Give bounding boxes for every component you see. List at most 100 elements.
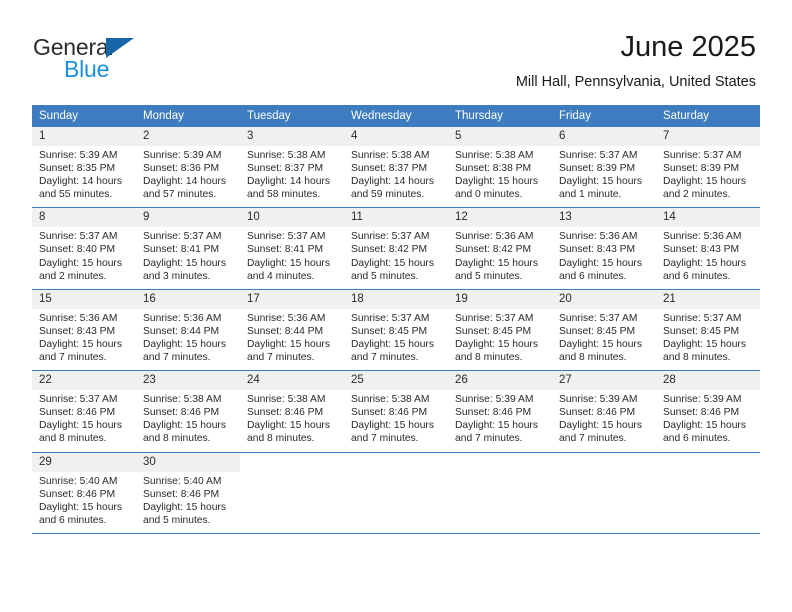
week-row: 1 Sunrise: 5:39 AM Sunset: 8:35 PM Dayli… — [32, 127, 760, 209]
day-details: Sunrise: 5:37 AM Sunset: 8:39 PM Dayligh… — [656, 146, 760, 201]
day-cell[interactable]: 21 Sunrise: 5:37 AM Sunset: 8:45 PM Dayl… — [656, 289, 760, 371]
sunset-text: Sunset: 8:42 PM — [351, 244, 428, 256]
day-cell[interactable]: 1 Sunrise: 5:39 AM Sunset: 8:35 PM Dayli… — [32, 127, 136, 208]
day-cell[interactable]: 16 Sunrise: 5:36 AM Sunset: 8:44 PM Dayl… — [136, 289, 240, 371]
day-cell[interactable]: 18 Sunrise: 5:37 AM Sunset: 8:45 PM Dayl… — [344, 289, 448, 371]
sunset-text: Sunset: 8:43 PM — [559, 244, 636, 256]
sunset-text: Sunset: 8:46 PM — [143, 407, 220, 419]
day-cell[interactable]: 10 Sunrise: 5:37 AM Sunset: 8:41 PM Dayl… — [240, 208, 344, 289]
weekday-header-sunday: Sunday — [39, 110, 79, 122]
day-details: Sunrise: 5:39 AM Sunset: 8:35 PM Dayligh… — [32, 146, 136, 201]
sunrise-text: Sunrise: 5:38 AM — [351, 394, 430, 406]
day-details — [552, 472, 656, 475]
day-cell[interactable]: 29 Sunrise: 5:40 AM Sunset: 8:46 PM Dayl… — [32, 452, 136, 533]
sunset-text: Sunset: 8:37 PM — [247, 163, 324, 175]
sunrise-text: Sunrise: 5:37 AM — [39, 231, 118, 243]
sunrise-text: Sunrise: 5:38 AM — [455, 150, 534, 161]
day-details: Sunrise: 5:36 AM Sunset: 8:43 PM Dayligh… — [656, 227, 760, 282]
daylight-text: Daylight: 14 hours and 58 minutes. — [247, 176, 330, 201]
sunset-text: Sunset: 8:39 PM — [559, 163, 636, 175]
day-cell[interactable]: 28 Sunrise: 5:39 AM Sunset: 8:46 PM Dayl… — [656, 371, 760, 452]
day-cell-empty — [448, 452, 552, 533]
day-details: Sunrise: 5:38 AM Sunset: 8:46 PM Dayligh… — [240, 390, 344, 445]
sunrise-text: Sunrise: 5:37 AM — [351, 312, 430, 324]
page-header: General Blue June 2025 Mill Hall, Pennsy… — [0, 0, 792, 100]
day-cell[interactable]: 23 Sunrise: 5:38 AM Sunset: 8:46 PM Dayl… — [136, 371, 240, 452]
day-number: 11 — [344, 208, 448, 228]
day-number — [240, 452, 344, 472]
daylight-text: Daylight: 15 hours and 1 minute. — [559, 176, 642, 201]
day-details: Sunrise: 5:37 AM Sunset: 8:42 PM Dayligh… — [344, 227, 448, 282]
day-number: 15 — [32, 289, 136, 309]
daylight-text: Daylight: 14 hours and 55 minutes. — [39, 176, 122, 201]
daylight-text: Daylight: 15 hours and 7 minutes. — [351, 420, 434, 445]
weekday-header-tuesday: Tuesday — [247, 110, 291, 122]
day-cell[interactable]: 20 Sunrise: 5:37 AM Sunset: 8:45 PM Dayl… — [552, 289, 656, 371]
day-number: 16 — [136, 289, 240, 309]
daylight-text: Daylight: 15 hours and 4 minutes. — [247, 257, 330, 282]
day-cell-empty — [240, 452, 344, 533]
day-cell[interactable]: 2 Sunrise: 5:39 AM Sunset: 8:36 PM Dayli… — [136, 127, 240, 208]
daylight-text: Daylight: 15 hours and 7 minutes. — [247, 338, 330, 364]
daylight-text: Daylight: 15 hours and 7 minutes. — [559, 420, 642, 445]
day-number: 6 — [552, 127, 656, 146]
day-cell[interactable]: 11 Sunrise: 5:37 AM Sunset: 8:42 PM Dayl… — [344, 208, 448, 289]
daylight-text: Daylight: 15 hours and 7 minutes. — [143, 338, 226, 364]
day-number: 21 — [656, 289, 760, 309]
day-cell[interactable]: 25 Sunrise: 5:38 AM Sunset: 8:46 PM Dayl… — [344, 371, 448, 452]
day-details — [448, 472, 552, 475]
weekday-header-thursday: Thursday — [455, 110, 503, 122]
day-number: 4 — [344, 127, 448, 146]
day-cell[interactable]: 17 Sunrise: 5:36 AM Sunset: 8:44 PM Dayl… — [240, 289, 344, 371]
day-details: Sunrise: 5:37 AM Sunset: 8:45 PM Dayligh… — [656, 309, 760, 364]
day-cell[interactable]: 3 Sunrise: 5:38 AM Sunset: 8:37 PM Dayli… — [240, 127, 344, 208]
day-cell[interactable]: 9 Sunrise: 5:37 AM Sunset: 8:41 PM Dayli… — [136, 208, 240, 289]
sunset-text: Sunset: 8:46 PM — [247, 407, 324, 419]
day-details — [656, 472, 760, 475]
day-cell[interactable]: 26 Sunrise: 5:39 AM Sunset: 8:46 PM Dayl… — [448, 371, 552, 452]
day-cell[interactable]: 8 Sunrise: 5:37 AM Sunset: 8:40 PM Dayli… — [32, 208, 136, 289]
week-row: 8 Sunrise: 5:37 AM Sunset: 8:40 PM Dayli… — [32, 208, 760, 290]
weekday-header-wednesday: Wednesday — [351, 110, 412, 122]
day-details: Sunrise: 5:38 AM Sunset: 8:37 PM Dayligh… — [240, 146, 344, 201]
sunset-text: Sunset: 8:46 PM — [559, 407, 636, 419]
day-cell[interactable]: 5 Sunrise: 5:38 AM Sunset: 8:38 PM Dayli… — [448, 127, 552, 208]
day-number — [448, 452, 552, 472]
daylight-text: Daylight: 15 hours and 8 minutes. — [559, 338, 642, 364]
day-details: Sunrise: 5:37 AM Sunset: 8:41 PM Dayligh… — [240, 227, 344, 282]
day-details: Sunrise: 5:36 AM Sunset: 8:44 PM Dayligh… — [136, 309, 240, 364]
day-number: 2 — [136, 127, 240, 146]
day-cell[interactable]: 19 Sunrise: 5:37 AM Sunset: 8:45 PM Dayl… — [448, 289, 552, 371]
day-cell[interactable]: 13 Sunrise: 5:36 AM Sunset: 8:43 PM Dayl… — [552, 208, 656, 289]
day-cell[interactable]: 12 Sunrise: 5:36 AM Sunset: 8:42 PM Dayl… — [448, 208, 552, 289]
daylight-text: Daylight: 15 hours and 7 minutes. — [455, 420, 538, 445]
sunset-text: Sunset: 8:41 PM — [143, 244, 220, 256]
sunrise-text: Sunrise: 5:40 AM — [39, 475, 118, 487]
day-cell[interactable]: 24 Sunrise: 5:38 AM Sunset: 8:46 PM Dayl… — [240, 371, 344, 452]
day-number: 17 — [240, 289, 344, 309]
day-cell[interactable]: 6 Sunrise: 5:37 AM Sunset: 8:39 PM Dayli… — [552, 127, 656, 208]
sunrise-text: Sunrise: 5:39 AM — [143, 150, 222, 161]
sunset-text: Sunset: 8:46 PM — [143, 488, 220, 500]
sunset-text: Sunset: 8:44 PM — [247, 325, 324, 337]
general-blue-logo[interactable]: General Blue — [33, 36, 163, 82]
sunrise-text: Sunrise: 5:38 AM — [143, 394, 222, 406]
day-cell[interactable]: 7 Sunrise: 5:37 AM Sunset: 8:39 PM Dayli… — [656, 127, 760, 208]
day-details: Sunrise: 5:38 AM Sunset: 8:38 PM Dayligh… — [448, 146, 552, 201]
sunset-text: Sunset: 8:36 PM — [143, 163, 220, 175]
day-number: 13 — [552, 208, 656, 228]
day-cell[interactable]: 30 Sunrise: 5:40 AM Sunset: 8:46 PM Dayl… — [136, 452, 240, 533]
day-cell[interactable]: 15 Sunrise: 5:36 AM Sunset: 8:43 PM Dayl… — [32, 289, 136, 371]
day-cell[interactable]: 4 Sunrise: 5:38 AM Sunset: 8:37 PM Dayli… — [344, 127, 448, 208]
day-cell[interactable]: 27 Sunrise: 5:39 AM Sunset: 8:46 PM Dayl… — [552, 371, 656, 452]
daylight-text: Daylight: 15 hours and 5 minutes. — [455, 257, 538, 282]
day-cell[interactable]: 14 Sunrise: 5:36 AM Sunset: 8:43 PM Dayl… — [656, 208, 760, 289]
sunrise-text: Sunrise: 5:39 AM — [39, 150, 118, 161]
sunrise-text: Sunrise: 5:39 AM — [663, 394, 742, 406]
sunset-text: Sunset: 8:40 PM — [39, 244, 116, 256]
day-cell[interactable]: 22 Sunrise: 5:37 AM Sunset: 8:46 PM Dayl… — [32, 371, 136, 452]
day-number: 26 — [448, 371, 552, 391]
sunrise-text: Sunrise: 5:39 AM — [455, 394, 534, 406]
day-number: 3 — [240, 127, 344, 146]
weekday-header-friday: Friday — [559, 110, 591, 122]
